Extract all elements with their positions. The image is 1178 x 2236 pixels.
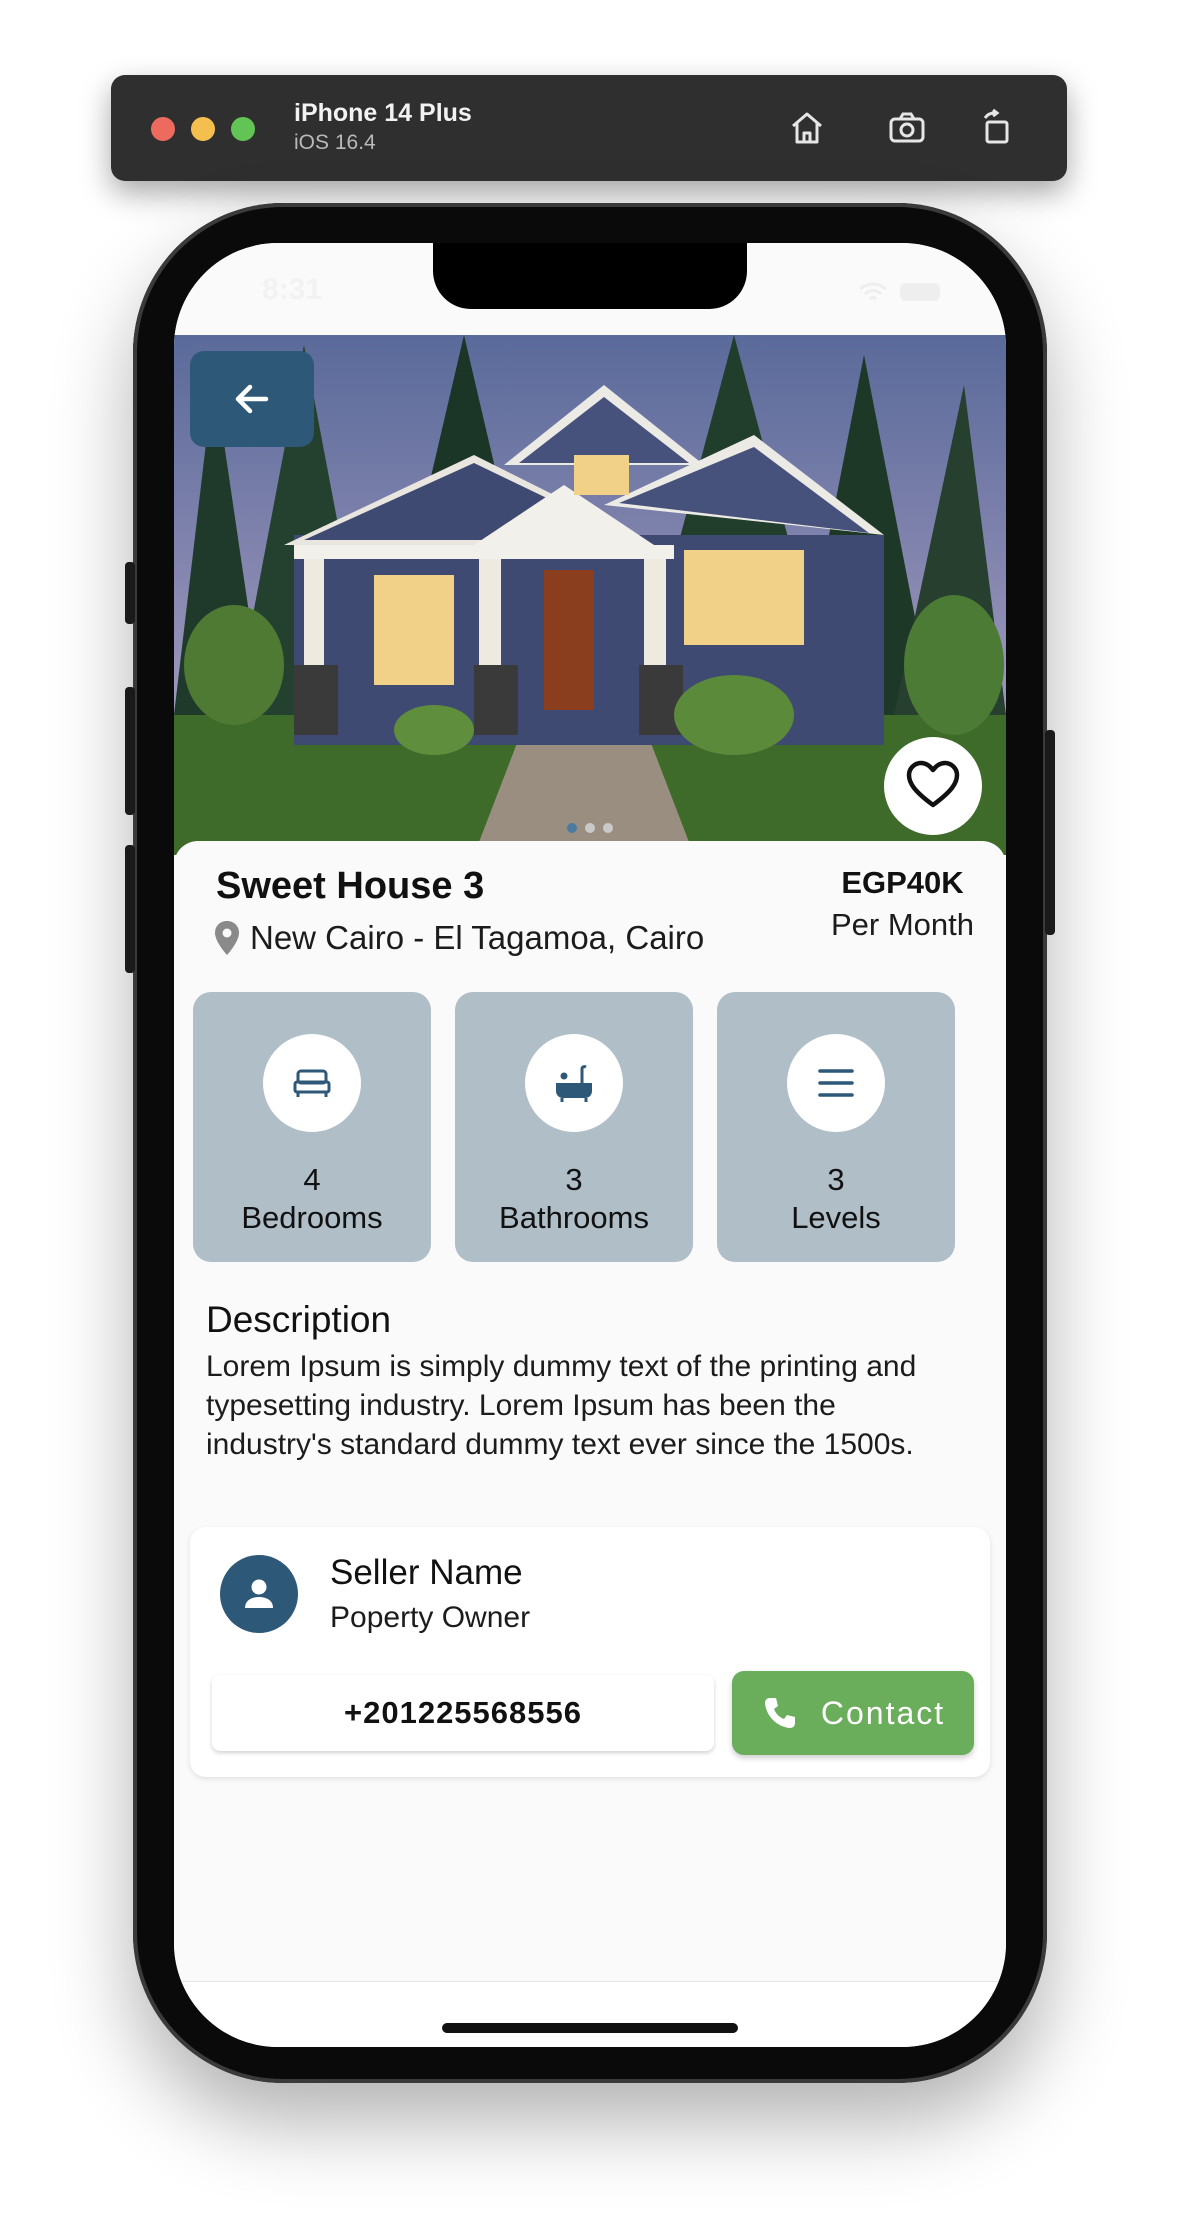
contact-button[interactable]: Contact — [732, 1671, 974, 1755]
seller-card: Seller Name Poperty Owner +201225568556 … — [190, 1527, 990, 1777]
power-button — [1045, 730, 1055, 935]
page-dot[interactable] — [603, 823, 613, 833]
phone-icon — [764, 1698, 795, 1728]
feature-cards: 4 Bedrooms 3 Bathrooms 3 Levels — [193, 992, 955, 1262]
bed-icon — [293, 1069, 331, 1097]
camera-icon — [889, 112, 925, 143]
feature-label: Levels — [791, 1200, 881, 1235]
feature-card-bathrooms: 3 Bathrooms — [455, 992, 693, 1262]
home-icon — [792, 112, 822, 144]
feature-count: 4 — [303, 1162, 321, 1197]
os-version: iOS 16.4 — [294, 131, 376, 154]
price-period: Per Month — [830, 907, 974, 942]
property-title: Sweet House 3 — [216, 865, 485, 907]
bathtub-icon — [556, 1065, 592, 1102]
seller-avatar — [220, 1555, 298, 1633]
property-location: New Cairo - El Tagamoa, Cairo — [212, 919, 704, 957]
page-dot[interactable] — [585, 823, 595, 833]
feature-card-bedrooms: 4 Bedrooms — [193, 992, 431, 1262]
heart-outline-icon — [906, 760, 960, 808]
volume-up-button — [125, 687, 135, 815]
rotate-button[interactable] — [971, 102, 1023, 154]
menu-lines-icon — [818, 1069, 854, 1097]
feature-count: 3 — [565, 1162, 583, 1197]
app-screen: 8:31 Sweet House 3 New Cairo - El Tagamo… — [174, 243, 1006, 2047]
rotate-icon — [983, 108, 1009, 144]
property-image-carousel[interactable] — [174, 335, 1006, 855]
home-button[interactable] — [781, 102, 833, 154]
bottom-safe-area — [174, 1981, 1006, 2047]
page-dot[interactable] — [567, 823, 577, 833]
home-indicator[interactable] — [442, 2023, 738, 2033]
seller-role: Poperty Owner — [330, 1601, 531, 1634]
device-name: iPhone 14 Plus — [294, 99, 472, 127]
location-text: New Cairo - El Tagamoa, Cairo — [250, 919, 705, 956]
device-notch — [433, 243, 747, 309]
description-heading: Description — [206, 1299, 392, 1340]
status-time: 8:31 — [262, 273, 323, 306]
price-block: EGP40K Per Month — [831, 865, 974, 943]
arrow-back-icon — [235, 384, 269, 414]
back-button[interactable] — [190, 351, 314, 447]
property-details: Sweet House 3 New Cairo - El Tagamoa, Ca… — [174, 841, 1006, 1981]
contact-label: Contact — [820, 1694, 946, 1731]
description-text: Lorem Ipsum is simply dummy text of the … — [206, 1350, 917, 1461]
price-value: EGP40K — [841, 865, 964, 900]
minimize-window-button[interactable] — [191, 117, 215, 141]
feature-label: Bedrooms — [241, 1200, 383, 1235]
feature-count: 3 — [827, 1162, 845, 1197]
mute-switch — [125, 562, 135, 624]
favorite-button[interactable] — [884, 737, 982, 835]
close-window-button[interactable] — [151, 117, 175, 141]
seller-phone-number[interactable]: +201225568556 — [212, 1675, 714, 1751]
seller-name: Seller Name — [330, 1553, 523, 1592]
person-icon — [245, 1579, 273, 1608]
screenshot-button[interactable] — [881, 102, 933, 154]
location-pin-icon — [215, 921, 239, 955]
zoom-window-button[interactable] — [231, 117, 255, 141]
feature-card-levels: 3 Levels — [717, 992, 955, 1262]
feature-label: Bathrooms — [499, 1200, 649, 1235]
status-icons — [856, 279, 946, 310]
image-page-indicator — [567, 823, 613, 833]
volume-down-button — [125, 845, 135, 973]
simulator-toolbar: iPhone 14 Plus iOS 16.4 — [111, 75, 1067, 181]
